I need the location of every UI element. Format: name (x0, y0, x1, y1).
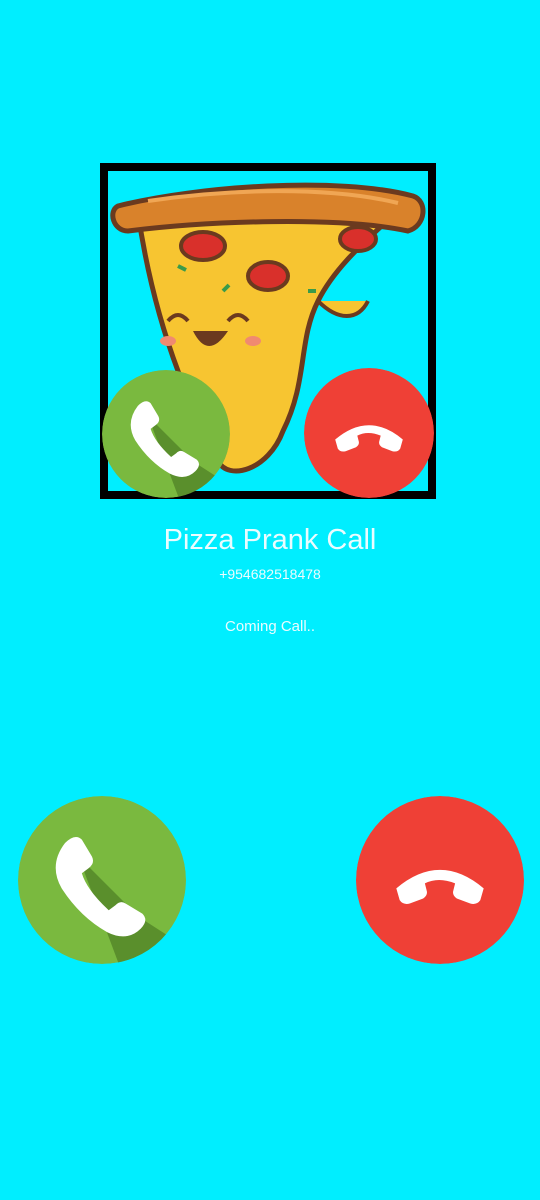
call-status: Coming Call.. (224, 618, 316, 635)
caller-name: Pizza Prank Call (163, 524, 377, 556)
accept-call-button[interactable] (18, 796, 186, 964)
caller-number: +954682518478 (219, 566, 321, 582)
avatar-accept-icon (102, 370, 230, 498)
phone-decline-icon (356, 796, 524, 964)
avatar-decline-icon (304, 368, 434, 498)
decline-call-button[interactable] (356, 796, 524, 964)
phone-accept-icon (18, 796, 186, 964)
